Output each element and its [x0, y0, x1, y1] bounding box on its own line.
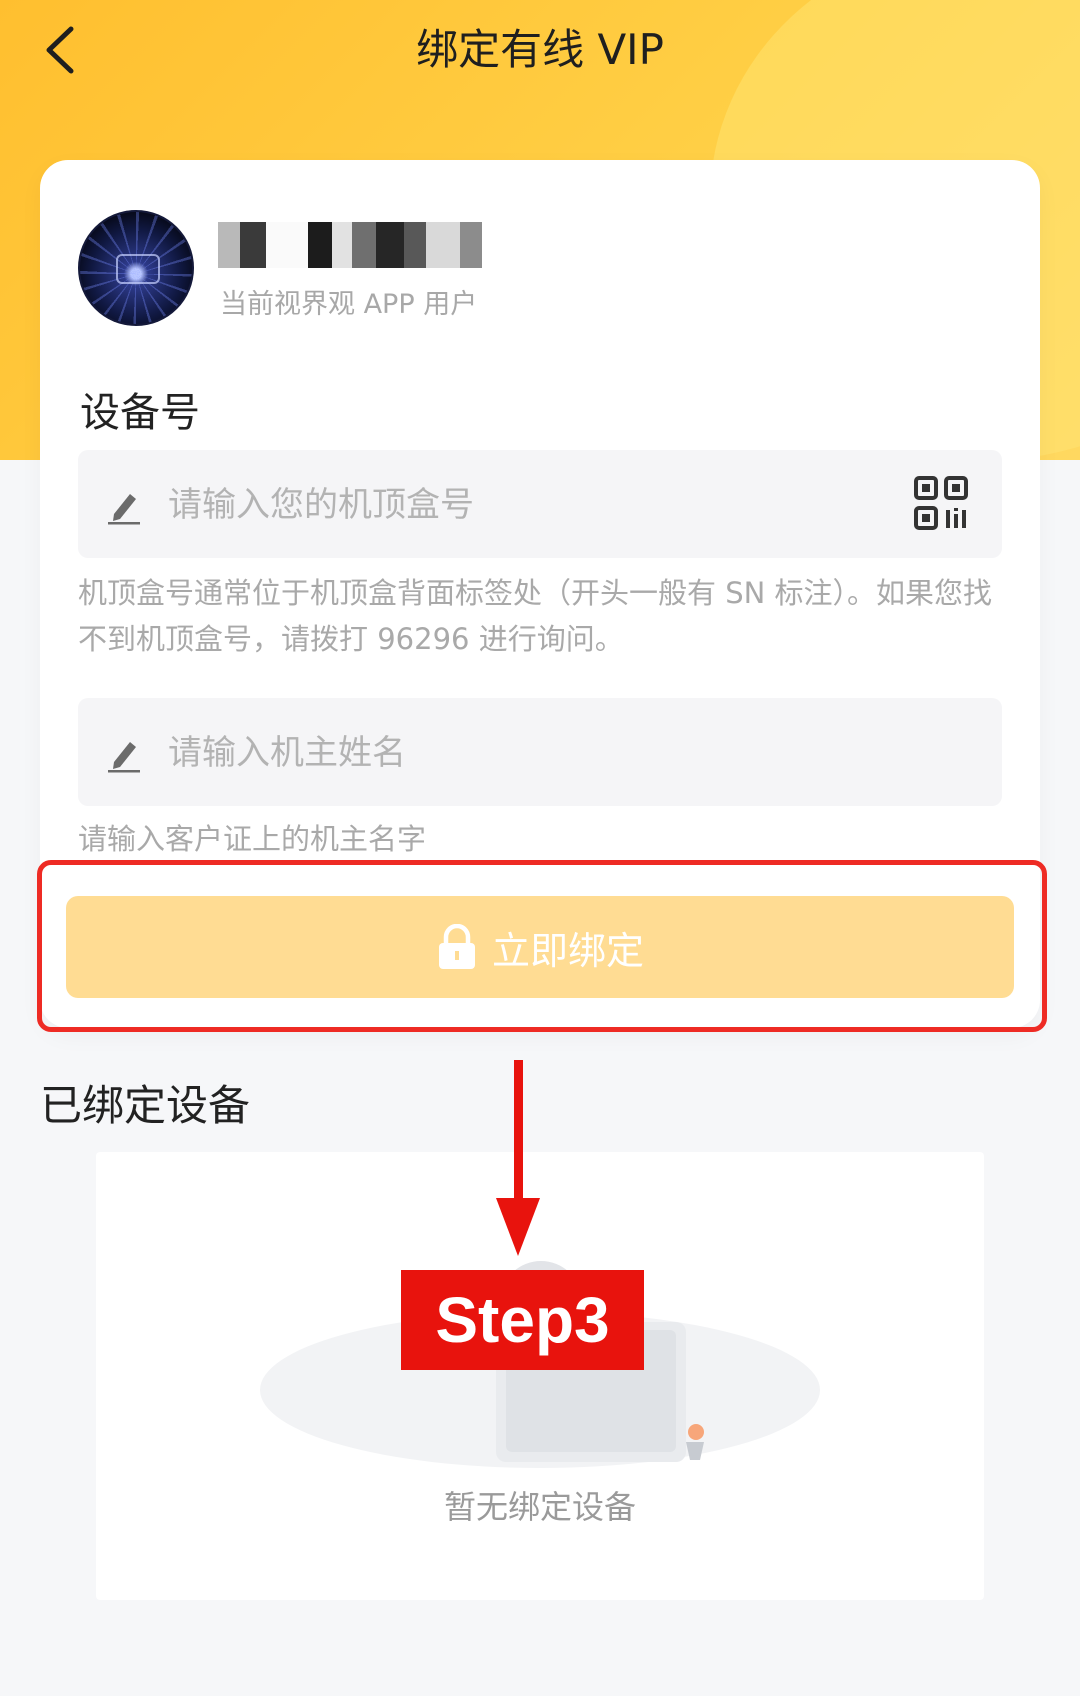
- device-number-field[interactable]: [78, 450, 1002, 560]
- pencil-icon: [108, 494, 140, 525]
- owner-name-field[interactable]: [78, 698, 1002, 808]
- annotation-step-label: Step3: [401, 1270, 644, 1370]
- device-number-input[interactable]: [166, 450, 870, 560]
- annotation-arrow-icon: [496, 1060, 540, 1256]
- page-title: 绑定有线 VIP: [416, 25, 664, 74]
- pencil-icon: [108, 742, 140, 773]
- bound-devices-title: 已绑定设备: [40, 1081, 251, 1130]
- device-number-hint: 机顶盒号通常位于机顶盒背面标签处（开头一般有 SN 标注）。如果您找不到机顶盒号…: [78, 576, 993, 656]
- annotation-highlight-box: [37, 860, 1047, 1032]
- username-redacted: [218, 222, 482, 268]
- empty-state-text: 暂无绑定设备: [443, 1488, 636, 1526]
- owner-name-hint: 请输入客户证上的机主名字: [78, 822, 427, 856]
- avatar: [78, 210, 194, 326]
- avatar-image-detail: [116, 254, 160, 284]
- user-subtitle: 当前视界观 APP 用户: [220, 289, 478, 320]
- device-number-label: 设备号: [80, 390, 200, 436]
- owner-name-input[interactable]: [166, 698, 870, 808]
- qr-scan-icon[interactable]: [910, 472, 974, 536]
